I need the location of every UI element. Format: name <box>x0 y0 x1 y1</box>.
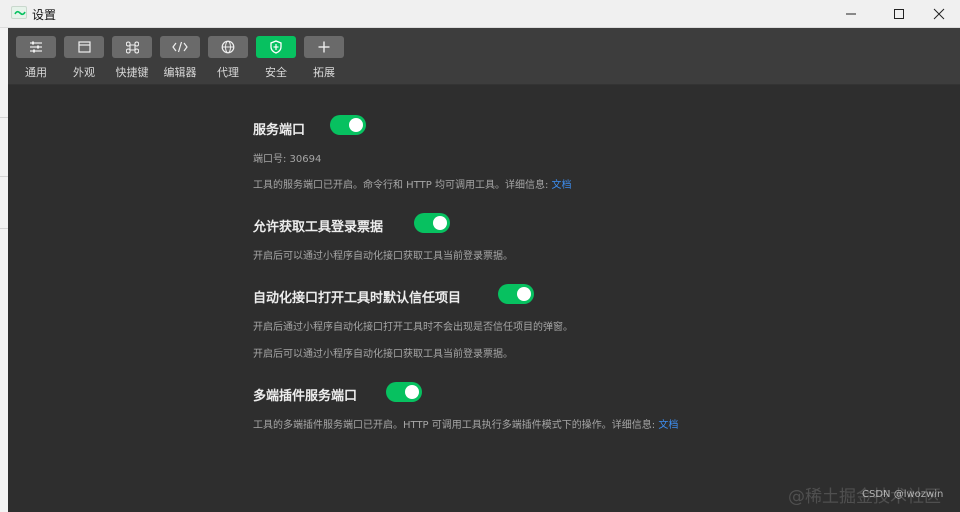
multi-plugin-port-toggle[interactable] <box>386 382 422 402</box>
window-title: 设置 <box>32 8 57 22</box>
multi-plugin-port-docs-link[interactable]: 文档 <box>658 420 678 431</box>
tab-security[interactable]: 安全 <box>256 36 296 80</box>
login-ticket-toggle[interactable] <box>414 213 450 233</box>
left-edge-strip <box>0 28 8 512</box>
login-ticket-title: 允许获取工具登录票据 <box>253 220 384 235</box>
title-bar: 设置 <box>0 0 960 28</box>
command-key-icon <box>125 40 139 54</box>
tab-extensions-label: 拓展 <box>313 66 335 79</box>
service-port-desc: 工具的服务端口已开启。命令行和 HTTP 均可调用工具。详细信息: 文档 <box>253 180 572 191</box>
app-icon <box>11 6 27 19</box>
service-port-number: 端口号: 30694 <box>253 154 322 165</box>
trust-project-toggle[interactable] <box>498 284 534 304</box>
tab-appearance[interactable]: 外观 <box>64 36 104 80</box>
settings-toolbar: 通用 外观 快捷键 编辑器 代理 安全 拓展 <box>8 28 960 85</box>
close-icon <box>933 8 945 20</box>
watermark-sub: CSDN @lwozwin <box>862 489 944 500</box>
tab-extensions[interactable]: 拓展 <box>304 36 344 80</box>
service-port-title: 服务端口 <box>253 123 306 138</box>
globe-icon <box>221 40 235 54</box>
tab-proxy[interactable]: 代理 <box>208 36 248 80</box>
login-ticket-desc: 开启后可以通过小程序自动化接口获取工具当前登录票据。 <box>253 251 513 262</box>
trust-project-title: 自动化接口打开工具时默认信任项目 <box>253 291 462 306</box>
tab-general[interactable]: 通用 <box>16 36 56 80</box>
service-port-docs-link[interactable]: 文档 <box>552 180 572 191</box>
tab-shortcuts[interactable]: 快捷键 <box>112 36 152 80</box>
plus-icon <box>318 41 330 53</box>
trust-project-desc-1: 开启后通过小程序自动化接口打开工具时不会出现是否信任项目的弹窗。 <box>253 322 573 333</box>
minimize-icon <box>846 13 856 15</box>
multi-plugin-port-title: 多端插件服务端口 <box>253 389 358 404</box>
close-button[interactable] <box>916 0 960 28</box>
tab-editor[interactable]: 编辑器 <box>160 36 200 80</box>
shield-icon <box>270 40 282 54</box>
minimize-button[interactable] <box>828 0 874 28</box>
service-port-toggle[interactable] <box>330 115 366 135</box>
trust-project-desc-2: 开启后可以通过小程序自动化接口获取工具当前登录票据。 <box>253 349 513 360</box>
multi-plugin-port-desc: 工具的多端插件服务端口已开启。HTTP 可调用工具执行多端插件模式下的操作。详细… <box>253 420 679 431</box>
maximize-icon <box>894 9 904 19</box>
layout-icon <box>77 41 91 53</box>
code-icon <box>172 41 188 53</box>
sliders-icon <box>30 41 42 53</box>
security-settings-panel: 服务端口 端口号: 30694 工具的服务端口已开启。命令行和 HTTP 均可调… <box>8 85 960 512</box>
